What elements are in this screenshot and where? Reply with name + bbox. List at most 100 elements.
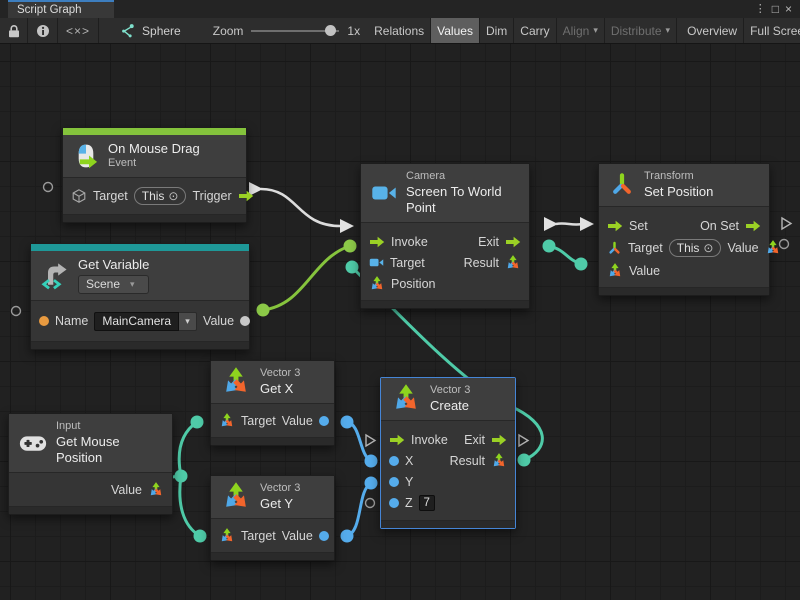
port-dot-transform-value	[575, 258, 588, 271]
port-label-x: X	[405, 454, 413, 468]
camera-icon[interactable]	[369, 255, 384, 270]
node-footer	[31, 341, 249, 349]
flow-arrow-icon[interactable]	[238, 188, 254, 204]
flow-arrow-icon[interactable]	[369, 234, 385, 250]
target-self-button[interactable]: This ⊙	[134, 187, 187, 205]
flow-arrow-icon[interactable]	[607, 218, 623, 234]
node-screen-to-world-point[interactable]: Camera Screen To World Point Invoke Exit…	[360, 163, 530, 309]
transform-icon[interactable]	[607, 241, 622, 256]
variable-scope-dropdown[interactable]: Scene ▾	[78, 275, 149, 294]
lock-icon	[7, 24, 21, 38]
port-label-set: Set	[629, 219, 648, 233]
unconnected-flow-port	[366, 435, 375, 446]
port-dot-gety-value	[341, 530, 354, 543]
graph-name: Sphere	[142, 24, 181, 38]
vector3-icon	[391, 384, 421, 414]
node-subtitle: Event	[108, 157, 200, 171]
lock-button[interactable]	[0, 18, 28, 43]
mouse-icon	[73, 143, 99, 169]
flow-arrow-icon[interactable]	[745, 218, 761, 234]
zoom-value: 1x	[347, 24, 360, 38]
variable-name-dropdown[interactable]: MainCamera ▾	[94, 312, 197, 331]
wire-mouse-position-branch	[172, 422, 200, 536]
tab-strip: Script Graph ⋮ □ ×	[0, 0, 800, 18]
port-dot-variable-value	[257, 304, 270, 317]
node-footer	[9, 506, 172, 514]
x-port[interactable]	[389, 456, 399, 466]
window-controls: ⋮ □ ×	[755, 0, 800, 18]
flow-arrow-icon[interactable]	[505, 234, 521, 250]
node-on-mouse-drag[interactable]: On Mouse Drag Event Target This ⊙ Trigge…	[62, 127, 247, 223]
flow-arrow-icon[interactable]	[389, 432, 405, 448]
edit-source-button[interactable]: <×>	[58, 18, 99, 43]
maximize-icon[interactable]: □	[772, 3, 779, 15]
value-port[interactable]	[319, 416, 329, 426]
unconnected-port	[12, 307, 21, 316]
gamepad-icon	[19, 429, 47, 457]
graph-canvas[interactable]: On Mouse Drag Event Target This ⊙ Trigge…	[0, 44, 800, 600]
vector3-icon[interactable]	[491, 453, 507, 469]
node-title: Create	[430, 398, 470, 414]
node-create-vector3[interactable]: Vector 3 Create Invoke Exit X	[380, 377, 516, 529]
window-menu-icon[interactable]: ⋮	[755, 4, 766, 15]
overview-button[interactable]: Overview	[681, 18, 744, 43]
node-footer	[599, 287, 769, 295]
wire-getx-to-x	[347, 422, 371, 461]
name-port[interactable]	[39, 316, 49, 326]
variable-icon	[41, 262, 69, 290]
node-get-variable[interactable]: Get Variable Scene ▾ Name MainCamera ▾	[30, 243, 250, 350]
vector3-icon[interactable]	[219, 528, 235, 544]
flow-arrow-icon[interactable]	[491, 432, 507, 448]
values-button[interactable]: Values	[431, 18, 480, 43]
transform-icon	[609, 172, 635, 198]
node-title: Screen To World Point	[406, 184, 519, 217]
flow-arrowhead	[544, 217, 558, 231]
z-value-input[interactable]: 7	[419, 495, 435, 511]
relations-button[interactable]: Relations	[368, 18, 431, 43]
wire-exit-to-set	[556, 223, 582, 224]
port-label-target: Target	[241, 529, 276, 543]
node-footer	[211, 437, 334, 445]
full-screen-button[interactable]: Full Screen	[744, 18, 800, 43]
flow-arrowhead	[580, 217, 594, 231]
flow-arrowhead	[340, 219, 354, 233]
vector3-icon[interactable]	[505, 255, 521, 271]
vector3-icon[interactable]	[765, 240, 781, 256]
info-button[interactable]	[28, 18, 58, 43]
carry-button[interactable]: Carry	[514, 18, 556, 43]
port-dot-gety-target	[194, 530, 207, 543]
vector3-icon[interactable]	[369, 276, 385, 292]
graph-breadcrumb[interactable]: Sphere	[113, 18, 189, 43]
port-label-target: Target	[93, 189, 128, 203]
align-button[interactable]: Align▾	[557, 18, 605, 43]
node-get-x[interactable]: Vector 3 Get X Target Value	[210, 360, 335, 446]
zoom-control: Zoom 1x	[205, 18, 368, 43]
value-port[interactable]	[319, 531, 329, 541]
distribute-button[interactable]: Distribute▾	[605, 18, 677, 43]
port-dot-getx-target	[191, 416, 204, 429]
node-set-position[interactable]: Transform Set Position Set On Set Target	[598, 163, 770, 296]
graph-toolbar: <×> Sphere Zoom 1x Relations Values Dim …	[0, 18, 800, 44]
zoom-slider[interactable]	[251, 25, 339, 37]
vector3-icon[interactable]	[219, 413, 235, 429]
dim-button[interactable]: Dim	[480, 18, 514, 43]
event-accent-bar	[63, 128, 246, 135]
node-get-mouse-position[interactable]: Input Get Mouse Position Value	[8, 413, 173, 515]
node-footer	[211, 552, 334, 560]
camera-icon	[371, 180, 397, 206]
y-port[interactable]	[389, 477, 399, 487]
close-icon[interactable]: ×	[785, 3, 792, 15]
tab-script-graph[interactable]: Script Graph	[8, 0, 114, 18]
vector3-icon[interactable]	[607, 263, 623, 279]
node-title: On Mouse Drag	[108, 141, 200, 157]
target-self-button[interactable]: This ⊙	[669, 239, 722, 257]
value-port[interactable]	[240, 316, 250, 326]
zoom-slider-handle[interactable]	[325, 25, 336, 36]
port-label-name: Name	[55, 314, 88, 328]
game-object-icon	[71, 188, 87, 204]
port-dot-create-x	[365, 455, 378, 468]
port-dot-camera-position	[346, 261, 359, 274]
z-port[interactable]	[389, 498, 399, 508]
node-get-y[interactable]: Vector 3 Get Y Target Value	[210, 475, 335, 561]
vector3-icon[interactable]	[148, 482, 164, 498]
